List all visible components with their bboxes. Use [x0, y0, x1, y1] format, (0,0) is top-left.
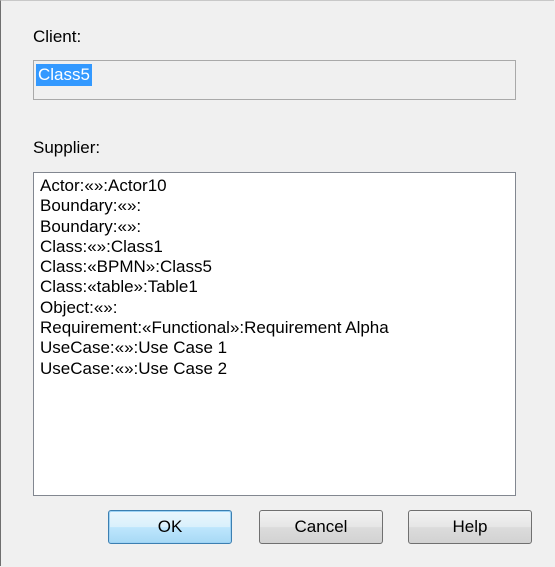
- list-item[interactable]: Class:«»:Class1: [40, 237, 515, 257]
- cancel-button[interactable]: Cancel: [259, 510, 383, 544]
- list-item[interactable]: Object:«»:: [40, 298, 515, 318]
- list-item[interactable]: Requirement:«Functional»:Requirement Alp…: [40, 318, 515, 338]
- ok-button[interactable]: OK: [108, 510, 232, 544]
- help-button[interactable]: Help: [408, 510, 532, 544]
- list-item[interactable]: Boundary:«»:: [40, 196, 515, 216]
- supplier-list[interactable]: Actor:«»:Actor10 Boundary:«»: Boundary:«…: [33, 172, 516, 496]
- list-item[interactable]: Class:«BPMN»:Class5: [40, 257, 515, 277]
- list-item[interactable]: Class:«table»:Table1: [40, 277, 515, 297]
- client-value: Class5: [36, 64, 92, 86]
- client-field[interactable]: Class5: [33, 60, 516, 100]
- list-item[interactable]: Actor:«»:Actor10: [40, 176, 515, 196]
- list-item[interactable]: Boundary:«»:: [40, 217, 515, 237]
- list-item[interactable]: UseCase:«»:Use Case 1: [40, 338, 515, 358]
- supplier-label: Supplier:: [33, 138, 101, 157]
- client-label: Client:: [33, 27, 82, 46]
- list-item[interactable]: UseCase:«»:Use Case 2: [40, 359, 515, 379]
